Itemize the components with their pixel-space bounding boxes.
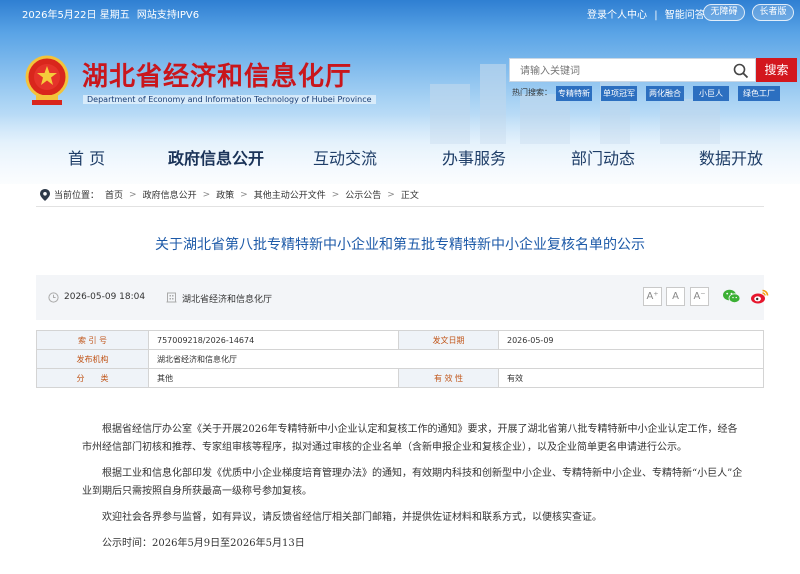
ipv6-text: 网站支持IPV6 — [136, 10, 200, 21]
search-icon[interactable] — [733, 63, 749, 79]
org-value: 湖北省经济和信息化厅 — [148, 349, 764, 369]
breadcrumb-separator: > — [240, 189, 248, 200]
table-row: 发布机构 湖北省经济和信息化厅 — [36, 349, 764, 369]
breadcrumb-separator: > — [129, 189, 137, 200]
top-bar: 2026年5月22日 星期五 网站支持IPV6 登录个人中心 | 智能问答 无障… — [0, 0, 800, 26]
user-links: 登录个人中心 | 智能问答 — [587, 6, 709, 21]
nav-news[interactable]: 部门动态 — [571, 145, 635, 169]
body-paragraph: 欢迎社会各界参与监督，如有异议，请反馈省经信厅相关部门邮箱，并提供佐证材料和联系… — [102, 512, 602, 523]
nav-gov-info[interactable]: 政府信息公开 — [168, 145, 264, 169]
article-title: 关于湖北省第八批专精特新中小企业和第五批专精特新中小企业复核名单的公示 — [155, 237, 645, 253]
issue-date-value: 2026-05-09 — [498, 330, 764, 350]
wechat-icon[interactable] — [722, 288, 741, 305]
site-title[interactable]: 湖北省经济和信息化厅 — [82, 56, 352, 93]
category-value: 其他 — [148, 368, 399, 388]
breadcrumb-current: 正文 — [400, 191, 419, 201]
hot-tag[interactable]: 单项冠军 — [601, 86, 637, 101]
issue-date-label: 发文日期 — [398, 330, 499, 350]
site-subtitle: Department of Economy and Information Te… — [83, 95, 376, 104]
clock-icon — [48, 292, 59, 303]
nav-interaction[interactable]: 互动交流 — [313, 145, 377, 169]
location-pin-icon — [40, 188, 50, 201]
hot-tag[interactable]: 小巨人 — [693, 86, 729, 101]
breadcrumb-other-files[interactable]: 其他主动公开文件 — [254, 188, 326, 201]
table-row: 分 类 其他 有 效 性 有效 — [36, 368, 764, 388]
weibo-icon[interactable] — [750, 288, 769, 305]
font-smaller-button[interactable]: A⁻ — [690, 287, 709, 306]
document-info-table: 索 引 号 757009218/2026-14674 发文日期 2026-05-… — [36, 330, 764, 388]
validity-value: 有效 — [498, 368, 764, 388]
font-larger-button[interactable]: A⁺ — [643, 287, 662, 306]
validity-label: 有 效 性 — [398, 368, 499, 388]
nav-services[interactable]: 办事服务 — [442, 145, 506, 169]
breadcrumb: 当前位置： 首页 > 政府信息公开 > 政策 > 其他主动公开文件 > 公示公告… — [40, 188, 425, 201]
main-nav: 首 页 政府信息公开 互动交流 办事服务 部门动态 数据开放 — [0, 136, 800, 176]
date-text: 2026年5月22日 星期五 网站支持IPV6 — [22, 6, 199, 21]
hot-tag[interactable]: 专精特新 — [556, 86, 592, 101]
index-label: 索 引 号 — [36, 330, 149, 350]
table-row: 索 引 号 757009218/2026-14674 发文日期 2026-05-… — [36, 330, 764, 350]
search-button[interactable]: 搜索 — [756, 58, 797, 82]
elder-mode-button[interactable]: 长者版 — [752, 4, 794, 21]
national-emblem-icon — [25, 55, 69, 105]
article-meta-bar: 2026-05-09 18:04 湖北省经济和信息化厅 A⁺ A A⁻ — [36, 275, 769, 320]
breadcrumb-separator: > — [202, 189, 211, 200]
building-icon — [166, 292, 177, 303]
breadcrumb-gov-info[interactable]: 政府信息公开 — [143, 188, 197, 201]
breadcrumb-separator: > — [331, 189, 340, 200]
body-paragraph: 根据工业和信息化部印发《优质中小企业梯度培育管理办法》的通知，有效期内科技和创新… — [82, 468, 743, 497]
breadcrumb-separator: > — [387, 189, 395, 200]
accessible-button[interactable]: 无障碍 — [703, 4, 745, 21]
smart-qa-link[interactable]: 智能问答 — [665, 10, 705, 21]
category-label: 分 类 — [36, 368, 149, 388]
publish-datetime: 2026-05-09 18:04 — [64, 292, 146, 302]
login-link[interactable]: 登录个人中心 — [587, 10, 647, 21]
site-header: 2026年5月22日 星期五 网站支持IPV6 登录个人中心 | 智能问答 无障… — [0, 0, 800, 184]
hot-search-label: 热门搜索： — [512, 88, 552, 97]
current-date: 2026年5月22日 星期五 — [22, 10, 130, 21]
body-paragraph: 公示时间：2026年5月9日至2026年5月13日 — [102, 538, 305, 549]
article-body: 根据省经信厅办公室《关于开展2026年专精特新中小企业认定和复核工作的通知》要求… — [82, 421, 746, 561]
nav-data[interactable]: 数据开放 — [699, 145, 763, 169]
hot-tag[interactable]: 绿色工厂 — [738, 86, 780, 101]
publisher-org: 湖北省经济和信息化厅 — [182, 295, 273, 305]
breadcrumb-home[interactable]: 首页 — [105, 188, 123, 201]
font-normal-button[interactable]: A — [666, 287, 685, 306]
body-paragraph: 根据省经信厅办公室《关于开展2026年专精特新中小企业认定和复核工作的通知》要求… — [82, 424, 738, 453]
search-input[interactable] — [510, 60, 725, 83]
breadcrumb-policy[interactable]: 政策 — [216, 188, 234, 201]
org-label: 发布机构 — [36, 349, 149, 369]
breadcrumb-label: 当前位置： — [54, 191, 100, 201]
hot-tag[interactable]: 两化融合 — [646, 86, 684, 101]
link-separator: | — [654, 10, 658, 21]
nav-home[interactable]: 首 页 — [68, 145, 105, 169]
divider — [36, 206, 764, 207]
breadcrumb-notices[interactable]: 公示公告 — [345, 188, 381, 201]
search-box — [509, 58, 756, 83]
index-value: 757009218/2026-14674 — [148, 330, 399, 350]
